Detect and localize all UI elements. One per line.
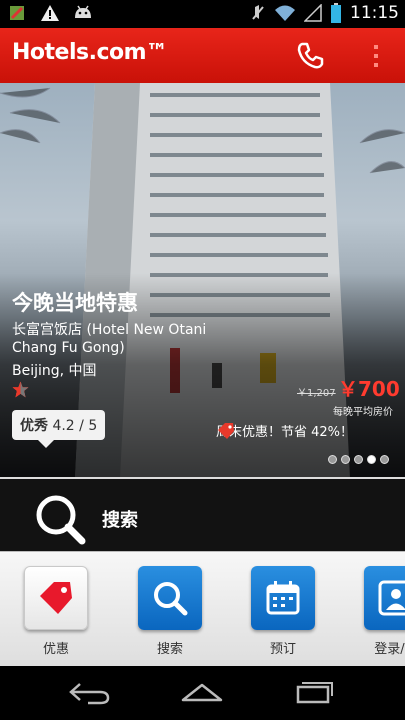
- half-star-icon: [12, 381, 29, 398]
- system-nav-bar: [0, 666, 405, 720]
- carousel-dot-active[interactable]: [367, 455, 376, 464]
- rating-label: 优秀: [20, 418, 48, 434]
- deal-price: ￥700: [338, 377, 400, 401]
- rating-value: 4.2: [52, 418, 75, 434]
- status-bar: 11:15: [0, 0, 405, 28]
- nav-bookings-label: 预订: [269, 642, 296, 657]
- nav-account-label: 登录/注: [374, 642, 405, 657]
- signal-icon: [304, 4, 322, 22]
- tag-icon: [40, 582, 72, 614]
- tag-icon: [218, 422, 234, 439]
- bottom-nav: 优惠 搜索 预订 登录/注: [0, 551, 405, 667]
- nav-bookings-button[interactable]: [251, 566, 315, 630]
- phone-icon: [297, 42, 324, 68]
- nav-deals-button[interactable]: [24, 566, 88, 630]
- warning-icon: [41, 5, 59, 21]
- hotel-name: 长富宫饭店 (Hotel New Otani Chang Fu Gong): [12, 322, 207, 356]
- brand-logo[interactable]: Hotels.com™: [12, 40, 168, 65]
- search-bar[interactable]: 搜索: [0, 477, 405, 553]
- recent-apps-icon[interactable]: [294, 679, 334, 705]
- account-icon: [378, 580, 405, 616]
- promo-banner: 周末优惠！节省 42%！: [216, 421, 353, 440]
- nav-deals-label: 优惠: [42, 642, 69, 657]
- promo-text: 周末优惠！节省 42%！: [216, 425, 354, 440]
- android-icon: [75, 5, 91, 18]
- carousel-dot[interactable]: [354, 455, 363, 464]
- nav-account-button[interactable]: [364, 566, 405, 630]
- wifi-icon: [275, 5, 295, 21]
- battery-icon: [331, 3, 341, 23]
- nav-search-button[interactable]: [138, 566, 202, 630]
- carousel-dot[interactable]: [328, 455, 337, 464]
- notification-app-icon: [10, 6, 24, 20]
- back-icon[interactable]: [68, 681, 112, 705]
- deal-title: 今晚当地特惠: [12, 291, 138, 315]
- carousel-dot[interactable]: [380, 455, 389, 464]
- mute-icon: [252, 5, 264, 20]
- price-note: 每晚平均房价: [333, 407, 393, 418]
- search-icon: [36, 495, 86, 545]
- home-icon[interactable]: [180, 680, 224, 704]
- search-label: 搜索: [102, 510, 138, 531]
- original-price: ￥1,207: [297, 388, 336, 399]
- carousel-dot[interactable]: [341, 455, 350, 464]
- status-time: 11:15: [350, 3, 399, 23]
- rating-scale: / 5: [79, 418, 98, 434]
- search-icon: [154, 582, 188, 616]
- carousel-dots: [328, 455, 389, 464]
- overflow-menu-button[interactable]: [356, 28, 396, 83]
- overflow-menu-icon: [374, 44, 378, 67]
- guest-rating-badge: 优秀 4.2 / 5: [12, 410, 106, 448]
- deal-carousel[interactable]: 今晚当地特惠 长富宫饭店 (Hotel New Otani Chang Fu G…: [0, 83, 405, 477]
- nav-search-label: 搜索: [156, 642, 183, 657]
- calendar-icon: [266, 581, 300, 615]
- app-bar: Hotels.com™: [0, 28, 405, 83]
- hotel-location: Beijing, 中国: [12, 363, 97, 379]
- call-button[interactable]: [288, 28, 332, 83]
